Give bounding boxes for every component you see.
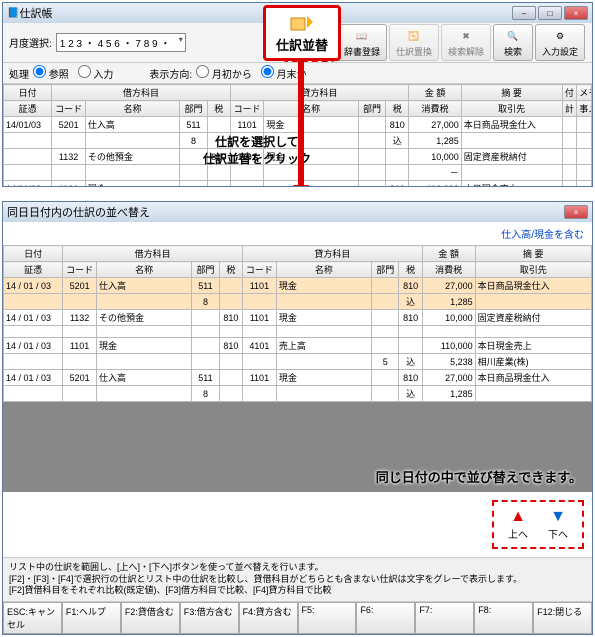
minimize-button[interactable]: –: [512, 6, 536, 20]
replace-icon: 🔁: [403, 27, 425, 45]
footer-note: リスト中の仕訳を範囲し、[上へ]・[下へ]ボタンを使って並べ替えを行います。 […: [3, 557, 592, 601]
close-button[interactable]: ×: [564, 205, 588, 219]
book-icon: 📖: [351, 27, 373, 45]
replace-button[interactable]: 🔁仕訳置換: [389, 24, 439, 61]
fkey-esc[interactable]: ESC:キャンセル: [3, 602, 62, 634]
dict-register-button[interactable]: 📖辞書登録: [337, 24, 387, 61]
clear-icon: ✖: [455, 27, 477, 45]
table-row[interactable]: 8込1,285: [4, 386, 592, 402]
month-label: 月度選択:: [9, 35, 52, 50]
table-row[interactable]: 14 / 01 / 031101現金8104101売上高110,000本日現金売…: [4, 338, 592, 354]
fkey-f12[interactable]: F12:閉じる: [533, 602, 592, 634]
fkey-f7[interactable]: F7:: [415, 602, 474, 634]
search-icon: 🔍: [502, 27, 524, 45]
close-button[interactable]: ×: [564, 6, 588, 20]
clear-search-button[interactable]: ✖検索解除: [441, 24, 491, 61]
table-row[interactable]: 8込1,285: [4, 294, 592, 310]
arrow-down-icon: ▼: [548, 508, 568, 526]
header-row-2: 証憑 コード名称部門税 コード名称部門税 消費税取引先: [4, 262, 592, 278]
fkey-f4[interactable]: F4:貸方含む: [239, 602, 298, 634]
fkey-f5[interactable]: F5:: [298, 602, 357, 634]
fkey-f3[interactable]: F3:借方含む: [180, 602, 239, 634]
arrow-up-icon: ▲: [508, 508, 528, 526]
app-icon: 📘: [7, 8, 19, 19]
sort-journal-big-button[interactable]: 仕訳並替: [263, 5, 341, 61]
maximize-button[interactable]: □: [538, 6, 562, 20]
move-down-button[interactable]: ▼下へ: [548, 508, 568, 541]
dir-label: 表示方向:: [149, 66, 192, 81]
reorder-dialog: 同日日付内の仕訳の並べ替え × 仕入高/現金を含む 日付 借方科目 貸方科目 金…: [2, 201, 593, 635]
move-up-button[interactable]: ▲上へ: [508, 508, 528, 541]
table-row[interactable]: 5込5,238相川産業(株): [4, 354, 592, 370]
fkey-f1[interactable]: F1:ヘルプ: [62, 602, 121, 634]
search-button[interactable]: 🔍検索: [493, 24, 533, 61]
hint-text: 同じ日付の中で並び替えできます。: [376, 467, 582, 486]
dialog-title: 同日日付内の仕訳の並べ替え: [7, 204, 564, 220]
gear-icon: ⚙: [549, 27, 571, 45]
move-buttons-box: ▲上へ ▼下へ: [492, 500, 584, 549]
filter-link[interactable]: 仕入高/現金を含む: [3, 222, 592, 245]
dir-start-radio[interactable]: 月初から: [196, 70, 252, 81]
fkey-f6[interactable]: F6:: [356, 602, 415, 634]
big-btn-label: 仕訳並替: [276, 35, 328, 54]
reorder-grid[interactable]: 日付 借方科目 貸方科目 金 額 摘 要 証憑 コード名称部門税 コード名称部門…: [3, 245, 592, 402]
fkey-f8[interactable]: F8:: [474, 602, 533, 634]
input-settings-button[interactable]: ⚙入力設定: [535, 24, 585, 61]
table-row[interactable]: 14 / 01 / 035201仕入高5111101現金81027,000本日商…: [4, 370, 592, 386]
table-row[interactable]: 14 / 01 / 035201仕入高5111101現金81027,000本日商…: [4, 278, 592, 294]
header-row-1: 日付 借方科目 貸方科目 金 額 摘 要: [4, 246, 592, 262]
function-keys: ESC:キャンセル F1:ヘルプ F2:貸借含む F3:借方含む F4:貸方含む…: [3, 601, 592, 634]
proc-ref-radio[interactable]: 参照: [33, 70, 69, 81]
sort-icon: [289, 12, 315, 35]
journal-window: 📘 仕訳帳 – □ × 月度選択: 1 2 3 ・ 4 5 6 ・ 7 8 9 …: [2, 2, 593, 187]
month-select[interactable]: 1 2 3 ・ 4 5 6 ・ 7 8 9 ・: [56, 33, 186, 52]
proc-label: 処理: [9, 66, 29, 81]
fkey-f2[interactable]: F2:貸借含む: [121, 602, 180, 634]
proc-input-radio[interactable]: 入力: [78, 70, 114, 81]
titlebar: 同日日付内の仕訳の並べ替え ×: [3, 202, 592, 222]
empty-grid-area: 同じ日付の中で並び替えできます。: [3, 402, 592, 492]
toolbar-row-1: 月度選択: 1 2 3 ・ 4 5 6 ・ 7 8 9 ・ 仕訳並替 🔃仕訳並替…: [3, 23, 592, 63]
table-row[interactable]: 14 / 01 / 031132その他預金8101101現金81010,000固…: [4, 310, 592, 326]
table-row[interactable]: [4, 326, 592, 338]
